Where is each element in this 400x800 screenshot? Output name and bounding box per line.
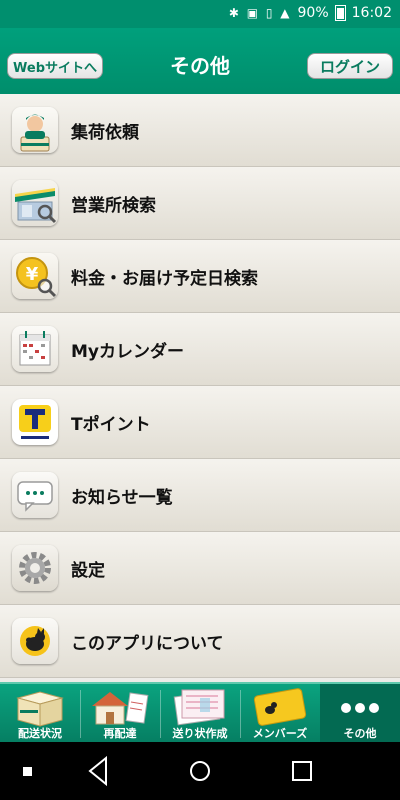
menu-item-label: 設定 — [71, 560, 105, 581]
house-icon — [92, 692, 149, 725]
home-icon[interactable] — [188, 754, 212, 788]
menu-item-settings[interactable]: 設定 — [0, 532, 400, 605]
recent-square-small-icon[interactable] — [22, 766, 34, 778]
more-dots-icon — [341, 703, 379, 713]
menu-item-notice-list[interactable]: お知らせ一覧 — [0, 459, 400, 532]
status-bar: ✱ ▣ ▯ ▲ 90% 16:02 — [0, 0, 400, 28]
courier-person-icon — [12, 107, 58, 153]
menu-item-my-calendar[interactable]: Myカレンダー — [0, 313, 400, 386]
menu-item-office-search[interactable]: 営業所検索 — [0, 167, 400, 240]
menu-item-t-point[interactable]: Tポイント — [0, 386, 400, 459]
login-button[interactable]: ログイン — [307, 53, 393, 79]
tab-members[interactable]: メンバーズ — [240, 684, 320, 744]
menu-item-fee-delivery-search[interactable]: ¥ 料金・お届け予定日検索 — [0, 240, 400, 313]
back-icon[interactable] — [86, 754, 110, 788]
tab-label: 再配達 — [103, 727, 137, 740]
tab-create-slip[interactable]: 送り状作成 — [160, 684, 240, 744]
menu-item-label: 集荷依頼 — [71, 122, 139, 143]
speech-bubble-icon — [12, 472, 58, 518]
office-search-icon — [12, 180, 58, 226]
system-nav-bar — [0, 742, 400, 800]
kuroneko-logo-icon — [12, 618, 58, 664]
tab-label: 配送状況 — [18, 727, 62, 740]
menu-list: 集荷依頼 営業所検索 ¥ 料金・お届け予定日検索 Myカレンダー Tポイント お… — [0, 94, 400, 682]
tab-delivery-status[interactable]: 配送状況 — [0, 684, 80, 744]
menu-item-label: 料金・お届け予定日検索 — [71, 268, 258, 289]
shipping-slip-icon — [173, 689, 225, 726]
tab-label: その他 — [343, 727, 377, 740]
signal-icons: ✱ ▣ ▯ ▲ — [228, 6, 292, 20]
gear-icon — [12, 545, 58, 591]
yen-search-icon: ¥ — [12, 253, 58, 299]
svg-text:¥: ¥ — [26, 264, 39, 285]
calendar-icon — [12, 326, 58, 372]
tab-redelivery[interactable]: 再配達 — [80, 684, 160, 744]
menu-item-label: Myカレンダー — [71, 341, 184, 362]
tab-other[interactable]: その他 — [320, 684, 400, 744]
tab-label: メンバーズ — [252, 727, 308, 740]
battery-percentage: 90% — [297, 5, 329, 21]
app-header: Webサイトへ その他 ログイン — [0, 28, 400, 100]
battery-icon — [334, 5, 346, 21]
clock: 16:02 — [351, 5, 392, 21]
menu-item-label: お知らせ一覧 — [71, 487, 173, 508]
overview-icon[interactable] — [290, 754, 314, 788]
bottom-tab-bar: 配送状況 再配達 送り状作成 メンバーズ その他 — [0, 682, 400, 744]
members-card-icon — [253, 688, 307, 726]
menu-item-label: このアプリについて — [71, 633, 224, 654]
status-right: ✱ ▣ ▯ ▲ 90% 16:02 — [229, 5, 392, 21]
tab-label: 送り状作成 — [172, 727, 228, 740]
menu-item-label: 営業所検索 — [71, 195, 156, 216]
package-icon — [16, 691, 64, 727]
menu-item-label: Tポイント — [71, 414, 151, 435]
t-point-icon — [12, 399, 58, 445]
menu-item-about-app[interactable]: このアプリについて — [0, 605, 400, 678]
menu-item-pickup-request[interactable]: 集荷依頼 — [0, 94, 400, 167]
